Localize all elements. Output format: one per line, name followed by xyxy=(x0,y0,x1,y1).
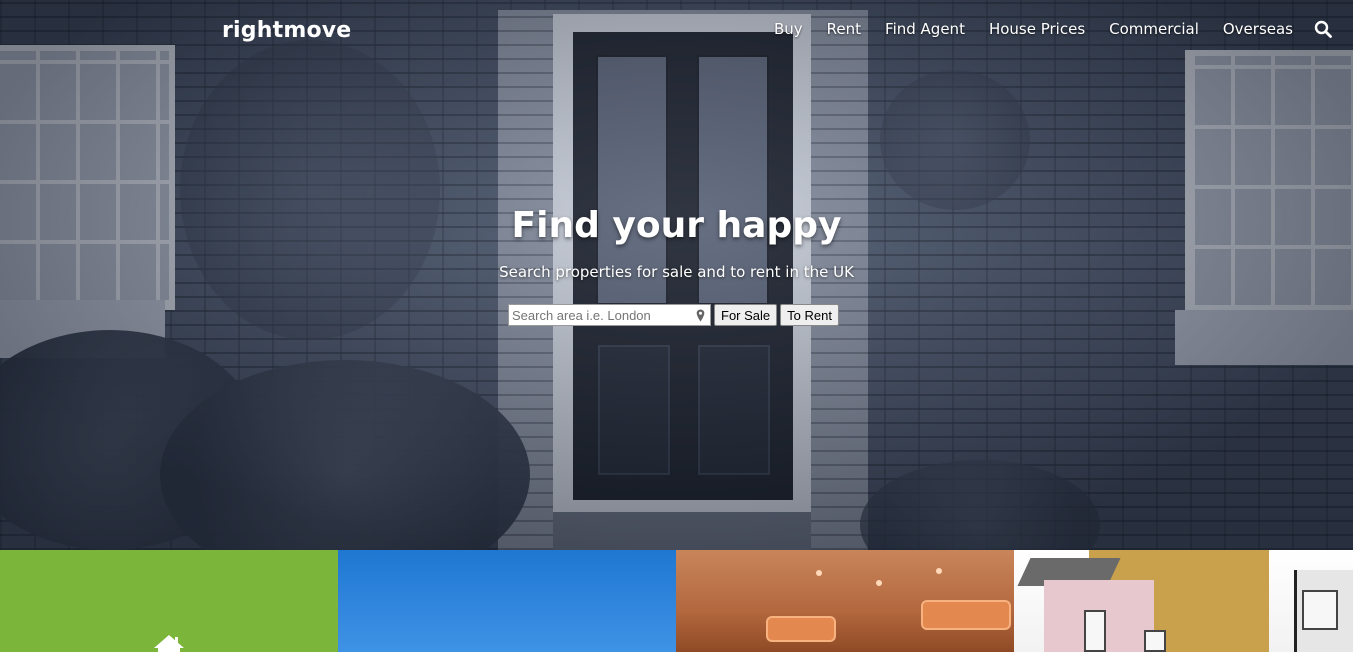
hero-subline: Search properties for sale and to rent i… xyxy=(499,263,854,281)
tile-blue-sky[interactable] xyxy=(338,550,676,652)
search-box xyxy=(508,304,711,326)
tile-street[interactable] xyxy=(1014,550,1353,652)
nav-commercial[interactable]: Commercial xyxy=(1109,20,1199,38)
building-window xyxy=(1144,630,1166,652)
ceiling-spotlight xyxy=(876,580,882,586)
search-input[interactable] xyxy=(509,305,710,326)
for-sale-button[interactable]: For Sale xyxy=(714,304,778,326)
tile-interior[interactable] xyxy=(676,550,1014,652)
nav-overseas[interactable]: Overseas xyxy=(1223,20,1293,38)
building-window xyxy=(1084,610,1106,652)
tile-green[interactable] xyxy=(0,550,338,652)
nav-rent[interactable]: Rent xyxy=(827,20,861,38)
search-icon[interactable] xyxy=(1314,20,1332,38)
building-window xyxy=(1302,590,1338,630)
main-nav: Buy Rent Find Agent House Prices Commerc… xyxy=(750,20,1293,38)
ceiling-light xyxy=(921,600,1011,630)
house-icon xyxy=(154,635,184,652)
nav-find-agent[interactable]: Find Agent xyxy=(885,20,965,38)
location-pin-icon xyxy=(696,309,705,322)
to-rent-button[interactable]: To Rent xyxy=(780,304,839,326)
search-row: For Sale To Rent xyxy=(508,304,839,326)
feature-tiles xyxy=(0,550,1353,652)
nav-buy[interactable]: Buy xyxy=(774,20,803,38)
ceiling-spotlight xyxy=(936,568,942,574)
nav-house-prices[interactable]: House Prices xyxy=(989,20,1085,38)
rightmove-logo[interactable]: rightmove xyxy=(222,18,351,43)
hero-headline: Find your happy xyxy=(511,205,842,246)
ceiling-light xyxy=(766,616,836,642)
ceiling-spotlight xyxy=(816,570,822,576)
